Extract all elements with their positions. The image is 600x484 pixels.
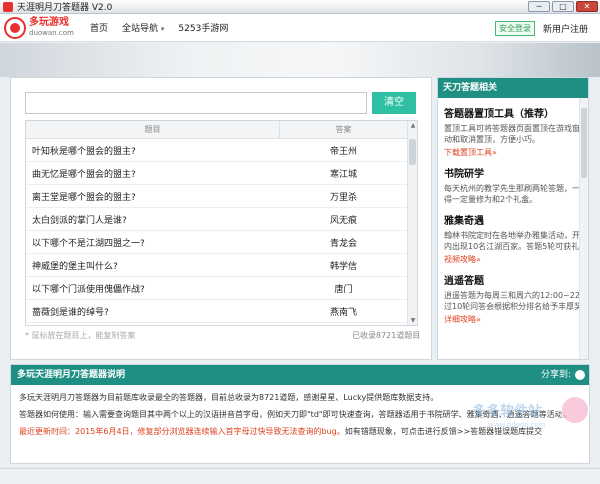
- table-row[interactable]: 离王堂是哪个盟会的盟主? 万里杀: [26, 185, 417, 208]
- watermark-text: 多多软件站: [472, 404, 542, 420]
- question-cell[interactable]: 以下哪个不是江湖四盟之一?: [26, 236, 280, 249]
- question-cell[interactable]: 离王堂是哪个盟会的盟主?: [26, 190, 280, 203]
- register-link[interactable]: 新用户注册: [543, 22, 588, 35]
- answer-cell[interactable]: 帝王州: [280, 144, 407, 157]
- duowan-logo-icon: [4, 16, 26, 39]
- question-cell[interactable]: 曲无忆是哪个盟会的盟主?: [26, 167, 280, 180]
- answer-cell[interactable]: 寒江城: [280, 167, 407, 180]
- update-date: 最近更新时间：2015年6月4日，修复部分浏览器连续输入首字母过快导致无法查询的…: [19, 427, 345, 436]
- banner-image: [0, 43, 600, 77]
- scroll-down-icon[interactable]: ▼: [408, 316, 417, 325]
- nav-site-navigation[interactable]: 全站导航 ▾: [122, 21, 164, 34]
- side-scrollbar[interactable]: [579, 98, 588, 359]
- section-title[interactable]: 逍遥答题: [444, 272, 582, 287]
- scrollbar-thumb[interactable]: [581, 108, 587, 178]
- logo-domain: duowan.com: [29, 28, 74, 37]
- window-titlebar: 天涯明月刀答题器 V2.0 ─ □ ✕: [0, 0, 600, 14]
- section-title[interactable]: 书院研学: [444, 165, 582, 180]
- nav-5253-games[interactable]: 5253手游网: [178, 21, 228, 34]
- header-answer: 答案: [335, 125, 352, 134]
- section-text: 得一定量修为和2个礼盒。: [444, 195, 538, 204]
- table-row[interactable]: 叶知秋是哪个盟会的盟主? 帝王州: [26, 139, 417, 162]
- table-row[interactable]: 以下哪个门派使用傀儡作战? 唐门: [26, 277, 417, 300]
- copy-hint: * 鼠标放在题目上，能复制答案: [25, 331, 136, 340]
- answer-cell[interactable]: 万里杀: [280, 190, 407, 203]
- answer-search-panel: 清空 题目 答案 叶知秋是哪个盟会的盟主? 帝王州 曲无忆是哪个盟会的盟主? 寒…: [10, 77, 432, 360]
- related-panel-title: 天刀答题相关: [438, 78, 588, 98]
- related-panel: 天刀答题相关 答题器置顶工具（推荐） 置顶工具可将答题器页面置顶在游戏窗口 动和…: [437, 77, 589, 360]
- chevron-down-icon: ▾: [160, 25, 165, 33]
- table-row[interactable]: 以下哪个不是江湖四盟之一? 青龙会: [26, 231, 417, 254]
- answer-cell[interactable]: 风无痕: [280, 213, 407, 226]
- search-input[interactable]: [25, 92, 367, 114]
- download-pin-tool-link[interactable]: 下载置顶工具»: [444, 147, 582, 158]
- top-navbar: 多玩游戏 duowan.com 首页 全站导航 ▾ 5253手游网 安全登录 新…: [0, 14, 600, 42]
- logo-text: 多玩游戏: [29, 16, 69, 28]
- table-row[interactable]: 曲无忆是哪个盟会的盟主? 寒江城: [26, 162, 417, 185]
- window-title: 天涯明月刀答题器 V2.0: [17, 3, 113, 13]
- instructions-title-text: 多玩天涯明月刀答题器说明: [17, 370, 126, 380]
- side-section-academy: 书院研学 每天杭州的教学先生那刷两轮答题，一次 得一定量修为和2个礼盒。: [438, 158, 588, 205]
- status-bar: [0, 468, 600, 484]
- window-controls: ─ □ ✕: [528, 1, 598, 12]
- answer-cell[interactable]: 韩学信: [280, 259, 407, 272]
- share-label: 分享到:: [540, 370, 571, 380]
- table-row[interactable]: 太白剑派的掌门人是谁? 风无痕: [26, 208, 417, 231]
- share-icon[interactable]: [575, 370, 585, 380]
- watermark-logo-icon: [560, 395, 590, 425]
- side-section-gathering: 雅集奇遇 翰林书院定时在各地举办雅集活动，开启 内出现10名江湖百家。答题5轮可…: [438, 205, 588, 265]
- question-cell[interactable]: 太白剑派的掌门人是谁?: [26, 213, 280, 226]
- minimize-button[interactable]: ─: [528, 1, 550, 12]
- header-question: 题目: [26, 121, 280, 138]
- table-row[interactable]: 蔷薇剑是谁的绰号? 燕南飞: [26, 300, 417, 323]
- maximize-button[interactable]: □: [552, 1, 574, 12]
- close-button[interactable]: ✕: [576, 1, 598, 12]
- answer-cell[interactable]: 青龙会: [280, 236, 407, 249]
- side-section-xiaoyao: 逍遥答题 逍遥答题为每周三和周六的12:00~22:00 过10轮问答会根据积分…: [438, 265, 588, 325]
- section-title[interactable]: 答题器置顶工具（推荐）: [444, 105, 582, 120]
- section-text: 翰林书院定时在各地举办雅集活动，开启: [444, 231, 582, 240]
- side-section-pin-tool: 答题器置顶工具（推荐） 置顶工具可将答题器页面置顶在游戏窗口 动和取消置顶，方便…: [438, 98, 588, 158]
- question-cell[interactable]: 蔷薇剑是谁的绰号?: [26, 305, 280, 318]
- scroll-up-icon[interactable]: ▲: [408, 121, 417, 130]
- answer-cell[interactable]: 唐门: [280, 282, 407, 295]
- video-guide-link[interactable]: 视频攻略»: [444, 254, 582, 265]
- table-scrollbar[interactable]: ▲ ▼: [407, 121, 417, 325]
- nav-home[interactable]: 首页: [90, 21, 108, 34]
- section-text: 动和取消置顶，方便小巧。: [444, 135, 540, 144]
- table-header: 题目 答案: [26, 121, 417, 139]
- instructions-title: 多玩天涯明月刀答题器说明 分享到:: [11, 365, 589, 385]
- section-text: 置顶工具可将答题器页面置顶在游戏窗口: [444, 124, 582, 133]
- question-cell[interactable]: 以下哪个门派使用傀儡作战?: [26, 282, 280, 295]
- watermark-url: www.ddooo.com: [488, 421, 546, 429]
- secure-login-button[interactable]: 安全登录: [494, 21, 535, 36]
- question-cell[interactable]: 神威堡的堡主叫什么?: [26, 259, 280, 272]
- section-text: 内出现10名江湖百家。答题5轮可获礼盒: [444, 242, 582, 251]
- scrollbar-thumb[interactable]: [409, 139, 416, 165]
- app-icon: [3, 1, 13, 12]
- answer-cell[interactable]: 燕南飞: [280, 305, 407, 318]
- question-count: 已收录8721道题目: [352, 331, 421, 340]
- question-table: 题目 答案 叶知秋是哪个盟会的盟主? 帝王州 曲无忆是哪个盟会的盟主? 寒江城 …: [25, 120, 418, 326]
- duowan-logo[interactable]: 多玩游戏 duowan.com: [4, 16, 76, 39]
- detailed-guide-link[interactable]: 详细攻略»: [444, 314, 582, 325]
- section-text: 逍遥答题为每周三和周六的12:00~22:00: [444, 291, 582, 300]
- site-watermark: 多多软件站 www.ddooo.com: [472, 395, 590, 437]
- table-row[interactable]: 神威堡的堡主叫什么? 韩学信: [26, 254, 417, 277]
- nav-site-navigation-label: 全站导航: [122, 24, 159, 34]
- section-text: 每天杭州的教学先生那刷两轮答题，一次: [444, 184, 582, 193]
- section-title[interactable]: 雅集奇遇: [444, 212, 582, 227]
- clear-button[interactable]: 清空: [372, 92, 416, 114]
- section-text: 过10轮问答会根据积分排名给予丰厚奖励: [444, 302, 582, 311]
- question-cell[interactable]: 叶知秋是哪个盟会的盟主?: [26, 144, 280, 157]
